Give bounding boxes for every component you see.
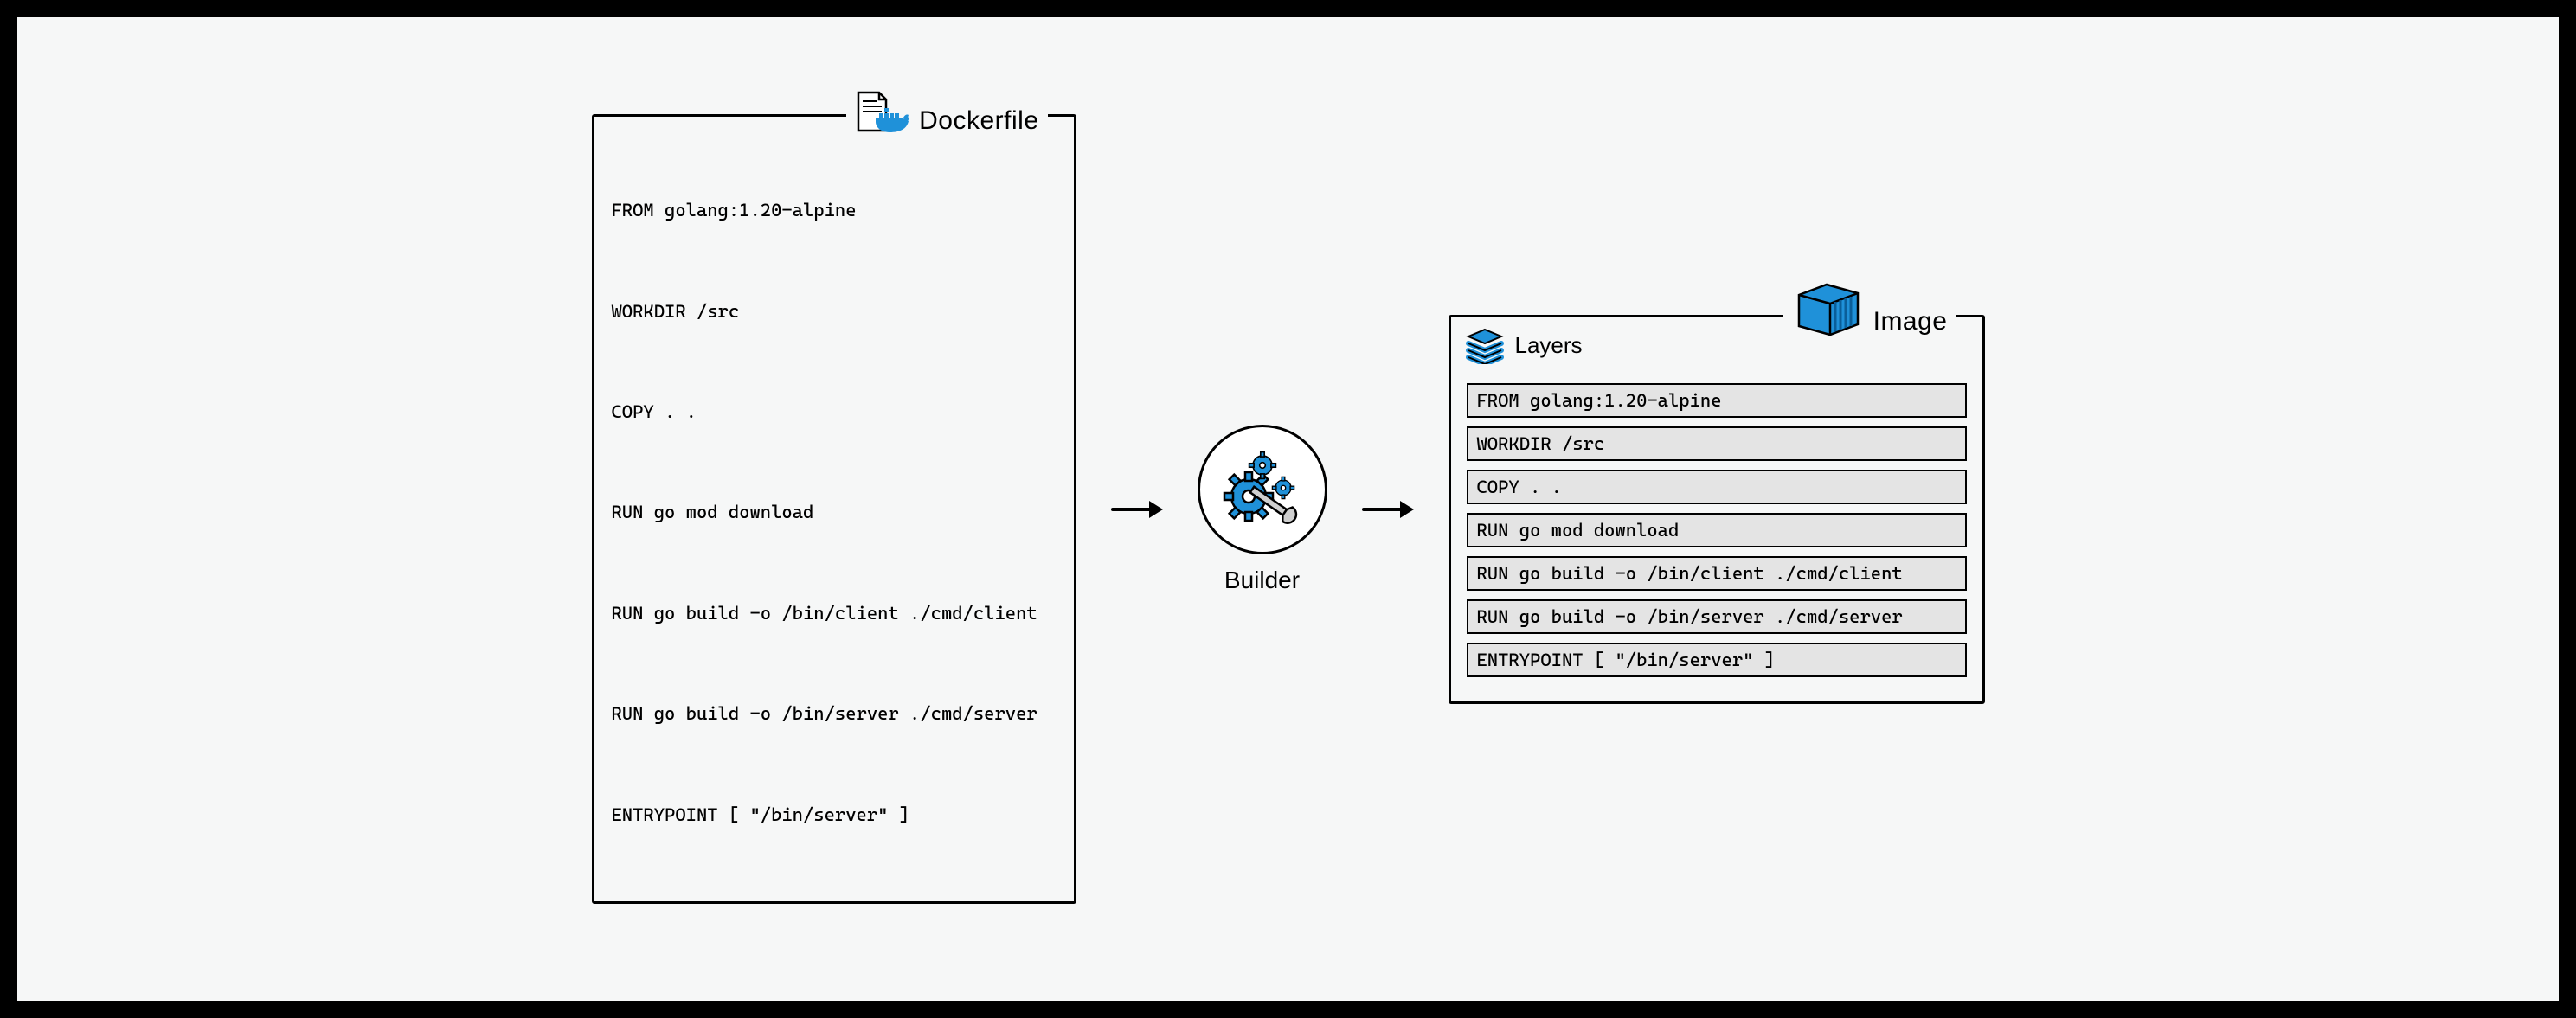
- image-layer: ENTRYPOINT [ "/bin/server" ]: [1467, 643, 1967, 677]
- gears-wrench-icon: [1219, 446, 1306, 533]
- dockerfile-line: RUN go build -o /bin/client ./cmd/client: [612, 603, 1057, 624]
- layers-stack-icon: [1465, 328, 1505, 364]
- builder-node: Builder: [1198, 425, 1327, 594]
- dockerfile-code: FROM golang:1.20-alpine WORKDIR /src COP…: [610, 139, 1058, 886]
- builder-label: Builder: [1224, 567, 1300, 594]
- image-layer: RUN go build -o /bin/server ./cmd/server: [1467, 599, 1967, 634]
- diagram-canvas: Dockerfile FROM golang:1.20-alpine WORKD…: [17, 17, 2559, 1001]
- dockerfile-line: COPY . .: [612, 401, 1057, 422]
- layers-label: Layers: [1515, 332, 1583, 359]
- dockerfile-line: FROM golang:1.20-alpine: [612, 200, 1057, 221]
- dockerfile-panel: Dockerfile FROM golang:1.20-alpine WORKD…: [592, 114, 1076, 904]
- dockerfile-whale-icon: [855, 91, 910, 136]
- dockerfile-line: RUN go mod download: [612, 502, 1057, 522]
- image-layer: RUN go build -o /bin/client ./cmd/client: [1467, 556, 1967, 591]
- dockerfile-line: ENTRYPOINT [ "/bin/server" ]: [612, 804, 1057, 825]
- image-panel: Image Layers FROM golan: [1449, 315, 1985, 704]
- image-layer: RUN go mod download: [1467, 513, 1967, 547]
- dockerfile-line: WORKDIR /src: [612, 301, 1057, 322]
- arrow-right-icon: [1362, 501, 1414, 518]
- dockerfile-line: RUN go build -o /bin/server ./cmd/server: [612, 703, 1057, 724]
- image-layer: FROM golang:1.20-alpine: [1467, 383, 1967, 418]
- dockerfile-title: Dockerfile: [919, 106, 1038, 136]
- image-layer: WORKDIR /src: [1467, 426, 1967, 461]
- image-layer: COPY . .: [1467, 470, 1967, 504]
- image-layers-list: FROM golang:1.20-alpine WORKDIR /src COP…: [1467, 383, 1967, 677]
- arrow-right-icon: [1111, 501, 1163, 518]
- container-box-icon: [1792, 279, 1865, 336]
- image-title: Image: [1873, 307, 1948, 336]
